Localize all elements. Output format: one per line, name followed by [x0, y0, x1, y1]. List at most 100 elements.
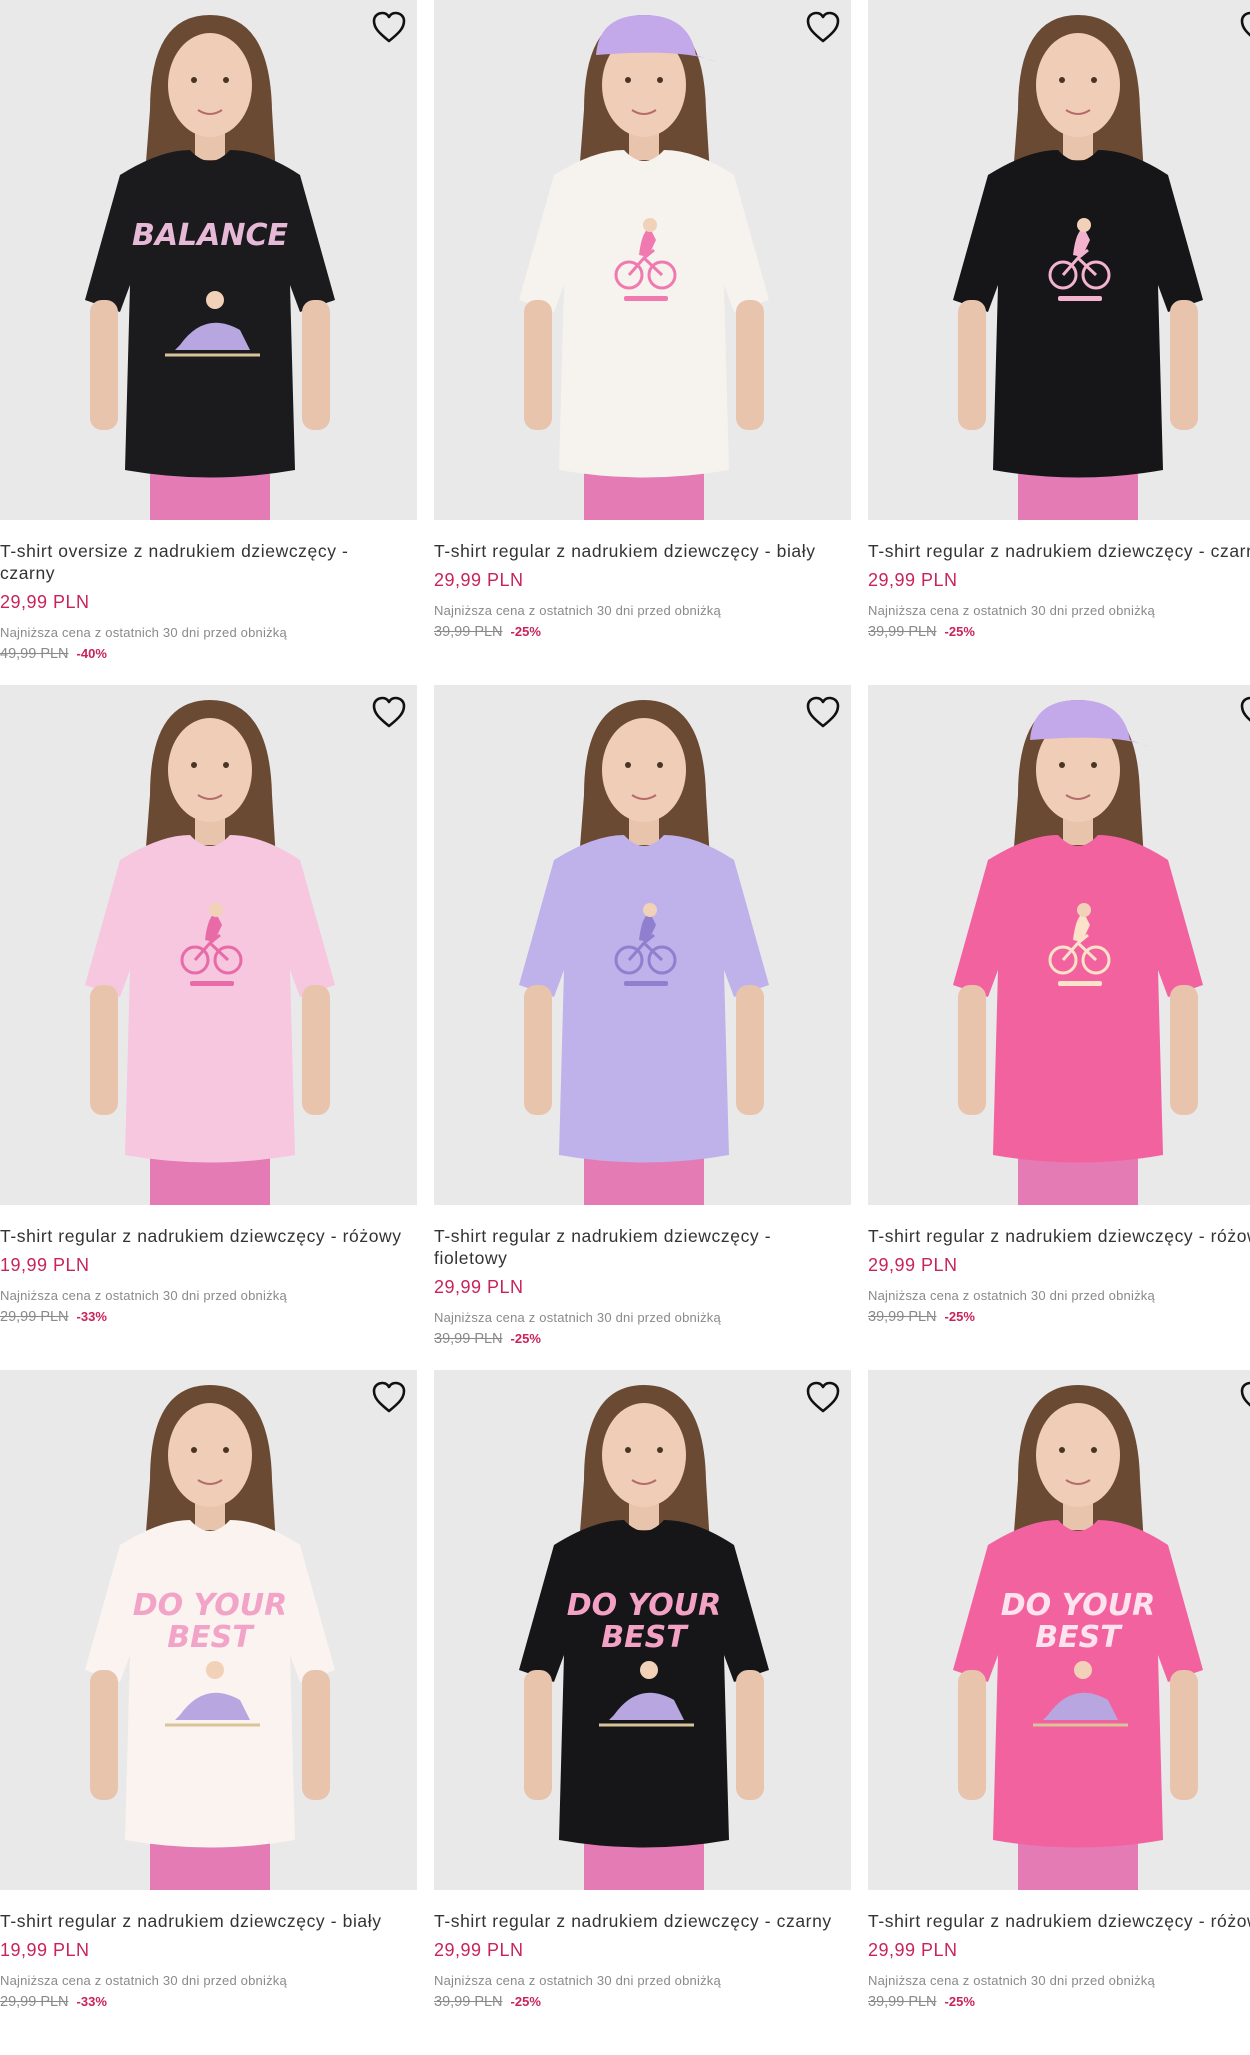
old-price: 39,99 PLN: [868, 624, 937, 640]
svg-text:BEST: BEST: [167, 1620, 255, 1655]
svg-text:BEST: BEST: [601, 1620, 689, 1655]
old-price-row: 39,99 PLN -25%: [868, 1994, 1250, 2010]
discount-badge: -25%: [944, 624, 975, 639]
product-image[interactable]: BALANCE: [0, 0, 417, 520]
heart-outline-icon[interactable]: [805, 1380, 841, 1414]
product-card[interactable]: BALANCE T-shirt oversize z nadrukiem dzie…: [0, 0, 417, 685]
model-face: [168, 33, 252, 137]
heart-outline-icon[interactable]: [371, 695, 407, 729]
old-price-row: 49,99 PLN -40%: [0, 646, 417, 662]
lowest-price-label: Najniższa cena z ostatnich 30 dni przed …: [0, 1973, 287, 1988]
old-price: 39,99 PLN: [434, 1331, 503, 1347]
product-card[interactable]: T-shirt regular z nadrukiem dziewczęcy -…: [868, 0, 1250, 685]
old-price-row: 39,99 PLN -25%: [868, 1309, 1250, 1325]
product-photo: DO YOURBEST: [868, 1370, 1250, 1890]
product-photo: DO YOURBEST: [0, 1370, 417, 1890]
lowest-price-label: Najniższa cena z ostatnich 30 dni przed …: [434, 1973, 721, 1988]
discount-badge: -40%: [76, 646, 107, 661]
discount-badge: -25%: [944, 1994, 975, 2009]
heart-outline-icon[interactable]: [1239, 1380, 1250, 1414]
model-face: [1036, 1403, 1120, 1507]
old-price-row: 29,99 PLN -33%: [0, 1994, 417, 2010]
lowest-price-label: Najniższa cena z ostatnich 30 dni przed …: [434, 1310, 721, 1325]
product-card[interactable]: DO YOUR BEST T-shirt regular z nadrukiem d…: [868, 1370, 1250, 2055]
product-photo: [868, 685, 1250, 1205]
product-card[interactable]: T-shirt regular z nadrukiem dziewczęcy -…: [434, 0, 851, 685]
product-title[interactable]: T-shirt regular z nadrukiem dziewczęcy -…: [434, 540, 851, 562]
heart-outline-icon[interactable]: [805, 10, 841, 44]
lowest-price-label: Najniższa cena z ostatnich 30 dni przed …: [0, 1288, 287, 1303]
discount-badge: -25%: [510, 1994, 541, 2009]
product-title[interactable]: T-shirt regular z nadrukiem dziewczęcy -…: [868, 540, 1250, 562]
old-price-row: 39,99 PLN -25%: [434, 624, 851, 640]
heart-outline-icon[interactable]: [371, 10, 407, 44]
lowest-price-label: Najniższa cena z ostatnich 30 dni przed …: [0, 625, 287, 640]
product-image[interactable]: DO YOUR BEST: [868, 1370, 1250, 1890]
lowest-price-label: Najniższa cena z ostatnich 30 dni przed …: [434, 603, 721, 618]
model-face: [602, 1403, 686, 1507]
product-card[interactable]: T-shirt regular z nadrukiem dziewczęcy -…: [0, 685, 417, 1370]
product-image[interactable]: DO YOUR BEST: [434, 1370, 851, 1890]
old-price-row: 29,99 PLN -33%: [0, 1309, 417, 1325]
old-price: 39,99 PLN: [434, 1994, 503, 2010]
old-price-row: 39,99 PLN -25%: [434, 1331, 851, 1347]
model-face: [1036, 33, 1120, 137]
heart-outline-icon[interactable]: [1239, 695, 1250, 729]
product-photo: DO YOURBEST: [434, 1370, 851, 1890]
lowest-price-label: Najniższa cena z ostatnich 30 dni przed …: [868, 1288, 1155, 1303]
product-title[interactable]: T-shirt regular z nadrukiem dziewczęcy -…: [868, 1225, 1250, 1247]
model-face: [602, 718, 686, 822]
product-price: 29,99 PLN: [868, 570, 958, 590]
old-price: 39,99 PLN: [868, 1994, 937, 2010]
old-price: 39,99 PLN: [868, 1309, 937, 1325]
product-price: 29,99 PLN: [0, 592, 90, 612]
old-price: 29,99 PLN: [0, 1994, 69, 2010]
product-card[interactable]: DO YOUR BEST T-shirt regular z nadrukiem d…: [0, 1370, 417, 2055]
product-card[interactable]: T-shirt regular z nadrukiem dziewczęcy -…: [434, 685, 851, 1370]
product-photo: [868, 0, 1250, 520]
old-price: 29,99 PLN: [0, 1309, 69, 1325]
model-face: [168, 1403, 252, 1507]
discount-badge: -25%: [944, 1309, 975, 1324]
product-photo: [0, 685, 417, 1205]
product-photo: [434, 685, 851, 1205]
product-title[interactable]: T-shirt regular z nadrukiem dziewczęcy -…: [434, 1225, 851, 1269]
product-image[interactable]: [868, 685, 1250, 1205]
product-card[interactable]: DO YOUR BEST T-shirt regular z nadrukiem d…: [434, 1370, 851, 2055]
svg-text:BEST: BEST: [1035, 1620, 1123, 1655]
svg-text:DO YOUR: DO YOUR: [133, 1588, 287, 1623]
product-card[interactable]: T-shirt regular z nadrukiem dziewczęcy -…: [868, 685, 1250, 1370]
discount-badge: -33%: [76, 1309, 107, 1324]
old-price: 49,99 PLN: [0, 646, 69, 662]
heart-outline-icon[interactable]: [1239, 10, 1250, 44]
old-price-row: 39,99 PLN -25%: [868, 624, 1250, 640]
product-title[interactable]: T-shirt oversize z nadrukiem dziewczęcy …: [0, 540, 417, 584]
lowest-price-label: Najniższa cena z ostatnich 30 dni przed …: [868, 1973, 1155, 1988]
product-photo: BALANCE: [0, 0, 417, 520]
old-price: 39,99 PLN: [434, 624, 503, 640]
product-title[interactable]: T-shirt regular z nadrukiem dziewczęcy -…: [434, 1910, 851, 1932]
product-image[interactable]: [868, 0, 1250, 520]
product-title[interactable]: T-shirt regular z nadrukiem dziewczęcy -…: [868, 1910, 1250, 1932]
product-price: 29,99 PLN: [868, 1255, 958, 1275]
svg-text:DO YOUR: DO YOUR: [1001, 1588, 1155, 1623]
lowest-price-label: Najniższa cena z ostatnich 30 dni przed …: [868, 603, 1155, 618]
product-grid: BALANCE T-shirt oversize z nadrukiem dzie…: [0, 0, 1250, 2055]
svg-text:BALANCE: BALANCE: [132, 218, 289, 253]
product-image[interactable]: [0, 685, 417, 1205]
product-price: 29,99 PLN: [434, 1940, 524, 1960]
heart-outline-icon[interactable]: [371, 1380, 407, 1414]
model-face: [168, 718, 252, 822]
product-photo: [434, 0, 851, 520]
product-price: 19,99 PLN: [0, 1255, 90, 1275]
discount-badge: -25%: [510, 1331, 541, 1346]
product-title[interactable]: T-shirt regular z nadrukiem dziewczęcy -…: [0, 1910, 417, 1932]
product-price: 29,99 PLN: [434, 570, 524, 590]
product-image[interactable]: DO YOUR BEST: [0, 1370, 417, 1890]
discount-badge: -25%: [510, 624, 541, 639]
product-price: 29,99 PLN: [434, 1277, 524, 1297]
heart-outline-icon[interactable]: [805, 695, 841, 729]
product-image[interactable]: [434, 0, 851, 520]
product-title[interactable]: T-shirt regular z nadrukiem dziewczęcy -…: [0, 1225, 417, 1247]
product-image[interactable]: [434, 685, 851, 1205]
